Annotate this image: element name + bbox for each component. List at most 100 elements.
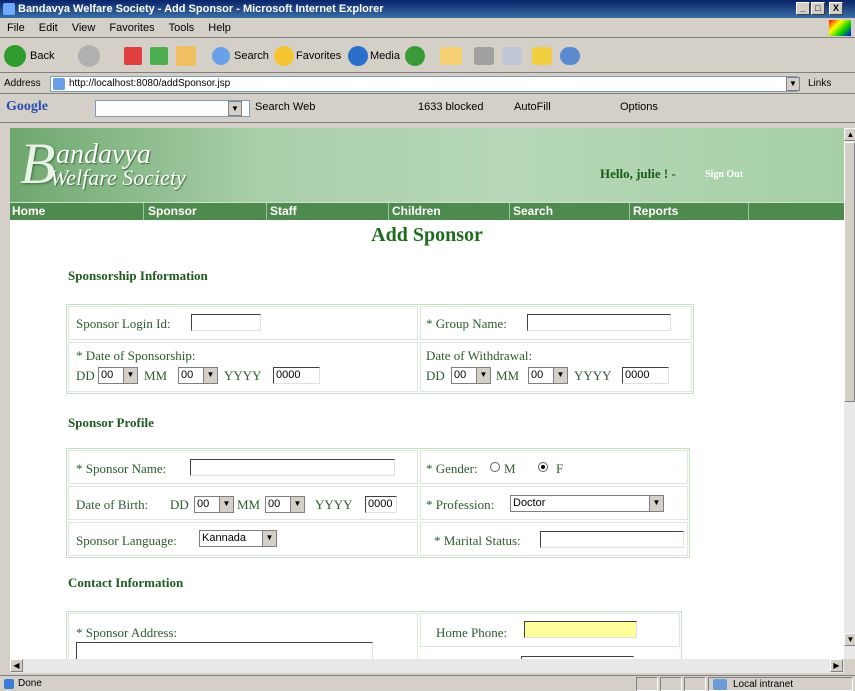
messenger-icon[interactable]: [560, 47, 580, 65]
back-button[interactable]: Back: [30, 45, 54, 67]
address-label: Address: [4, 78, 41, 89]
nav-home[interactable]: Home: [10, 203, 144, 220]
dow-day-value: 00: [454, 369, 467, 381]
popup-blocked-count[interactable]: 1633 blocked: [418, 101, 483, 113]
window-title: Bandavya Welfare Society - Add Sponsor -…: [18, 3, 384, 15]
google-brand[interactable]: Google: [6, 99, 48, 115]
dow-month-select[interactable]: 00 ▼: [528, 367, 568, 384]
nav-sponsor[interactable]: Sponsor: [146, 203, 267, 220]
refresh-icon[interactable]: [150, 47, 168, 65]
stop-icon[interactable]: [124, 47, 142, 65]
scroll-left-icon[interactable]: ◀: [10, 659, 23, 672]
maximize-button[interactable]: □: [811, 2, 825, 15]
dob-month-select[interactable]: 00 ▼: [265, 496, 305, 513]
google-dropdown-icon[interactable]: ▼: [228, 101, 242, 116]
nav-children[interactable]: Children: [390, 203, 510, 220]
gender-f-radio[interactable]: [538, 462, 548, 472]
chevron-down-icon: ▼: [553, 368, 567, 383]
dos-day-select[interactable]: 00 ▼: [98, 367, 138, 384]
menu-edit[interactable]: Edit: [32, 18, 65, 38]
dow-mm-label: MM: [496, 368, 520, 383]
home-phone-input[interactable]: [524, 621, 637, 638]
home-icon[interactable]: [176, 46, 196, 66]
gender-m-label: M: [504, 461, 516, 476]
vertical-scrollbar[interactable]: ▲ ▼: [844, 128, 855, 659]
profession-select[interactable]: Doctor ▼: [510, 495, 664, 512]
chevron-down-icon: ▼: [649, 496, 663, 511]
google-search-input[interactable]: [95, 100, 250, 117]
profession-value: Doctor: [513, 497, 546, 509]
sponsor-address-textarea[interactable]: [76, 642, 373, 659]
scroll-up-icon[interactable]: ▲: [844, 128, 855, 141]
folder-icon[interactable]: [532, 47, 552, 65]
login-id-label: Sponsor Login Id:: [76, 316, 171, 331]
nav-reports[interactable]: Reports: [631, 203, 749, 220]
sign-out-link[interactable]: Sign Out: [705, 169, 743, 180]
dob-day-select[interactable]: 00 ▼: [194, 496, 234, 513]
media-icon[interactable]: [348, 46, 368, 66]
media-button[interactable]: Media: [370, 45, 400, 67]
profession-label: * Profession:: [426, 497, 495, 512]
zone-text: Local intranet: [733, 679, 794, 690]
address-dropdown-icon[interactable]: ▼: [786, 77, 800, 91]
dow-month-value: 00: [531, 369, 544, 381]
google-toolbar: Google ▼ Search Web 1633 blocked AutoFil…: [0, 95, 855, 123]
withdrawal-date-label: Date of Withdrawal:: [426, 348, 533, 363]
menu-file[interactable]: File: [0, 18, 32, 38]
scroll-right-icon[interactable]: ▶: [830, 659, 843, 672]
dob-mm-label: MM: [237, 497, 261, 512]
dow-dd-label: DD: [426, 368, 445, 383]
nav-search[interactable]: Search: [511, 203, 630, 220]
dow-day-select[interactable]: 00 ▼: [451, 367, 491, 384]
dob-year-input[interactable]: 0000: [365, 496, 397, 513]
language-select[interactable]: Kannada ▼: [199, 530, 277, 547]
horizontal-scrollbar[interactable]: ◀ ▶: [10, 659, 844, 673]
sponsor-address-label: * Sponsor Address:: [76, 625, 178, 640]
scroll-down-icon[interactable]: ▼: [844, 633, 855, 646]
history-icon[interactable]: [405, 46, 425, 66]
search-icon[interactable]: [212, 47, 230, 65]
back-arrow-icon[interactable]: [4, 45, 26, 67]
dos-year-input[interactable]: 0000: [273, 367, 320, 384]
mail-icon[interactable]: [440, 47, 462, 65]
search-web-button[interactable]: Search Web: [255, 101, 315, 113]
print-icon[interactable]: [474, 47, 494, 65]
site-banner: B andavya Welfare Society Hello, julie !…: [10, 128, 844, 202]
menu-help[interactable]: Help: [201, 18, 238, 38]
gender-m-radio[interactable]: [490, 462, 500, 472]
forward-arrow-icon[interactable]: [78, 45, 100, 67]
dos-month-select[interactable]: 00 ▼: [178, 367, 218, 384]
favorites-star-icon[interactable]: [274, 46, 294, 66]
page-icon: [53, 78, 65, 90]
dow-yyyy-label: YYYY: [574, 368, 612, 383]
gender-f-label: F: [556, 461, 564, 476]
address-bar: Address http://localhost:8080/addSponsor…: [0, 74, 855, 94]
marital-status-input[interactable]: [540, 531, 684, 548]
dob-month-value: 00: [268, 498, 281, 510]
login-id-input[interactable]: [191, 314, 261, 331]
group-name-input[interactable]: [527, 314, 671, 331]
autofill-button[interactable]: AutoFill: [514, 101, 551, 113]
chevron-down-icon: ▼: [476, 368, 490, 383]
dow-year-input[interactable]: 0000: [622, 367, 669, 384]
search-button[interactable]: Search: [234, 45, 269, 67]
dos-mm-label: MM: [144, 368, 168, 383]
edit-icon[interactable]: [502, 47, 522, 65]
chevron-down-icon: ▼: [123, 368, 137, 383]
options-button[interactable]: Options: [620, 101, 658, 113]
dob-yyyy-label: YYYY: [315, 497, 353, 512]
menu-bar: File Edit View Favorites Tools Help: [0, 18, 855, 38]
menu-tools[interactable]: Tools: [162, 18, 202, 38]
close-button[interactable]: X: [829, 2, 843, 15]
favorites-button[interactable]: Favorites: [296, 45, 341, 67]
minimize-button[interactable]: _: [796, 2, 810, 15]
links-button[interactable]: Links: [808, 78, 831, 89]
chevron-down-icon: ▼: [262, 531, 276, 546]
menu-favorites[interactable]: Favorites: [102, 18, 161, 38]
address-input[interactable]: http://localhost:8080/addSponsor.jsp: [50, 76, 798, 92]
page-done-icon: [4, 679, 14, 689]
sponsor-name-input[interactable]: [190, 459, 395, 476]
menu-view[interactable]: View: [65, 18, 103, 38]
nav-staff[interactable]: Staff: [268, 203, 389, 220]
scroll-thumb[interactable]: [844, 142, 855, 402]
